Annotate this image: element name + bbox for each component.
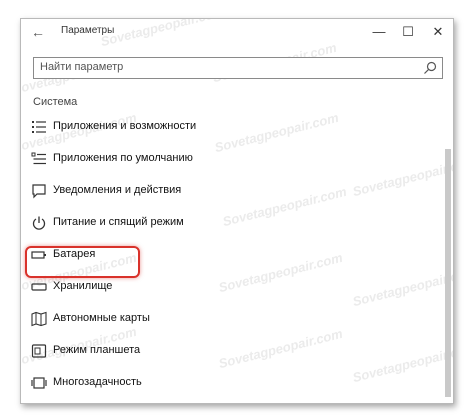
list-item-label: Автономные карты	[53, 312, 150, 324]
search-icon[interactable]	[422, 60, 438, 76]
notifications-icon	[32, 184, 46, 199]
scrollbar-thumb[interactable]	[445, 149, 451, 397]
list-item-offline-maps[interactable]: Автономные карты	[29, 305, 429, 333]
default-apps-icon	[31, 152, 46, 165]
list-item-multitasking[interactable]: Многозадачность	[29, 369, 429, 397]
back-button[interactable]: ←	[27, 21, 49, 43]
list-item-label: Многозадачность	[53, 376, 142, 388]
list-item-label: Питание и спящий режим	[53, 216, 184, 228]
search-placeholder: Найти параметр	[40, 61, 124, 73]
list-item-label: Приложения по умолчанию	[53, 152, 193, 164]
list-item-label: Режим планшета	[53, 344, 141, 356]
close-button[interactable]: ✕	[423, 19, 453, 45]
list-item-tablet-mode[interactable]: Режим планшета	[29, 337, 429, 365]
search-input[interactable]: Найти параметр	[33, 57, 443, 79]
maximize-button[interactable]: ☐	[393, 19, 423, 45]
title-bar: ← Параметры — ☐ ✕	[21, 19, 453, 45]
list-item-power-sleep[interactable]: Питание и спящий режим	[29, 209, 429, 237]
storage-icon	[31, 283, 47, 291]
scrollbar[interactable]	[443, 111, 451, 399]
window-title: Параметры	[61, 25, 115, 36]
storage-highlight-frame	[25, 246, 140, 278]
tablet-mode-icon	[31, 344, 47, 358]
settings-window: Sovetagpeopair.com Sovetagpeopair.com So…	[20, 18, 454, 404]
section-title: Система	[33, 96, 78, 108]
list-item-notifications[interactable]: Уведомления и действия	[29, 177, 429, 205]
list-item-apps-features[interactable]: Приложения и возможности	[29, 113, 429, 141]
list-item-label: Уведомления и действия	[53, 184, 182, 196]
offline-maps-icon	[31, 311, 47, 327]
list-item-label: Хранилище	[53, 280, 113, 292]
apps-list-icon	[32, 121, 46, 133]
power-icon	[32, 216, 46, 230]
list-item-label: Приложения и возможности	[53, 120, 197, 132]
minimize-button[interactable]: —	[364, 19, 394, 45]
multitasking-icon	[31, 377, 47, 389]
list-item-default-apps[interactable]: Приложения по умолчанию	[29, 145, 429, 173]
